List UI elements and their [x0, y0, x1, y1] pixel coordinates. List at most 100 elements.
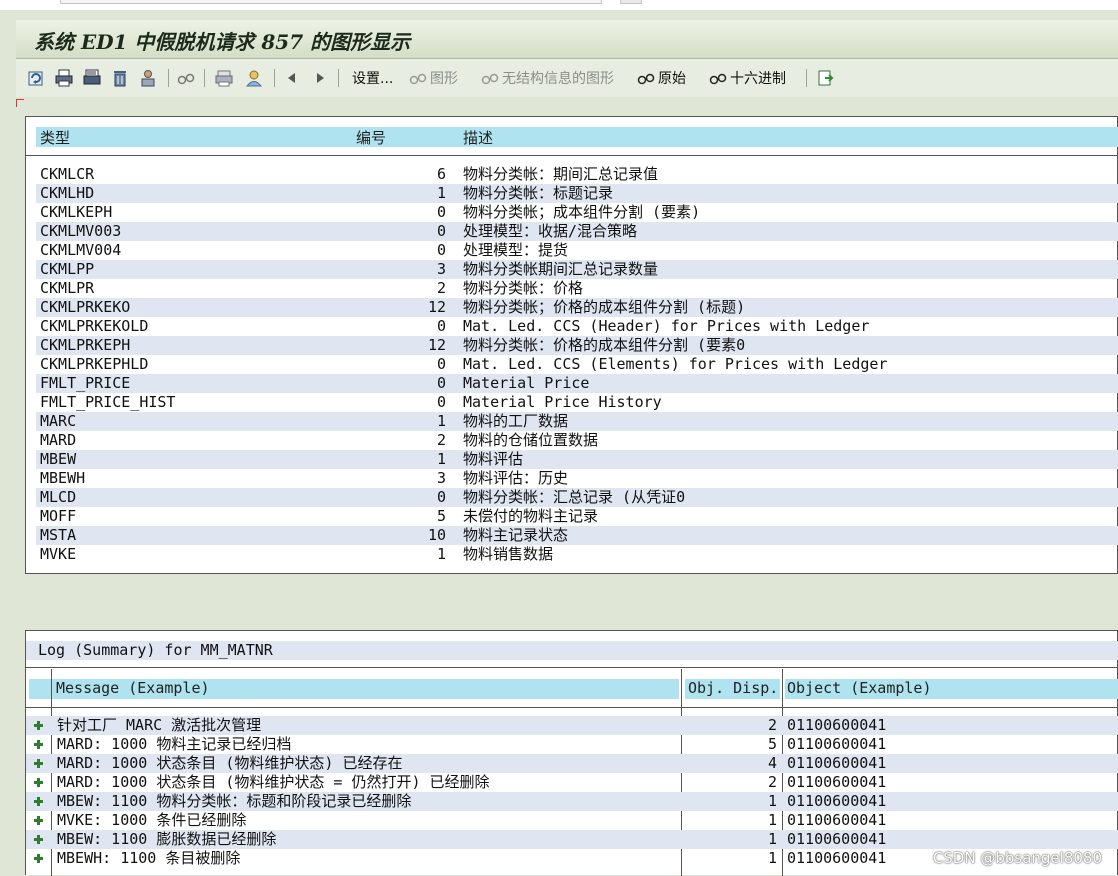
cell-number: 10 — [427, 526, 446, 544]
unstructured-graphic-button[interactable]: 无结构信息的图形 — [480, 67, 614, 89]
cell-obj-disp: 1 — [767, 792, 777, 810]
cell-type: CKMLKEPH — [40, 203, 113, 221]
log-row[interactable]: MARD: 1000 物料主记录已经归档 5 01100600041 — [26, 735, 1118, 754]
cell-number: 6 — [436, 165, 446, 183]
hex-button[interactable]: 十六进制 — [708, 67, 786, 89]
log-row[interactable]: MARD: 1000 状态条目 (物料维护状态) 已经存在 4 0110060004… — [26, 754, 1118, 773]
log-row[interactable]: MARD: 1000 状态条目 (物料维护状态 = 仍然打开) 已经删除 2 011… — [26, 773, 1118, 792]
log-row[interactable]: MBEW: 1100 膨胀数据已经删除 1 01100600041 — [26, 830, 1118, 849]
table-row[interactable]: CKMLPRKEKO 12 物料分类帐；价格的成本组件分割 (标题) — [36, 298, 1118, 317]
raw-button[interactable]: 原始 — [636, 67, 686, 89]
objects-table: 类型 编号 描述 CKMLCR 6 物料分类帐：期间汇总记录值 CKMLHD 1 物料分类… — [25, 116, 1118, 574]
table-row[interactable]: FMLT_PRICE 0 Material Price — [36, 374, 1118, 393]
table-row[interactable]: MOFF 5 未偿付的物料主记录 — [36, 507, 1118, 526]
expand-plus-icon[interactable] — [34, 835, 43, 844]
export-button[interactable] — [816, 67, 836, 89]
col-object-header: Object (Example) — [787, 679, 932, 697]
log-table: Log (Summary) for MM_MATNR Message (Exam… — [25, 630, 1118, 876]
expand-plus-icon[interactable] — [34, 759, 43, 768]
log-row[interactable]: 针对工厂 MARC 激活批次管理 2 01100600041 — [26, 716, 1118, 735]
col-number-header: 编号 — [356, 129, 387, 147]
cell-obj-disp: 2 — [767, 716, 777, 734]
expand-plus-icon[interactable] — [34, 797, 43, 806]
cell-description: 未偿付的物料主记录 — [463, 507, 599, 525]
cell-number: 0 — [436, 222, 446, 240]
table-row[interactable]: CKMLPR 2 物料分类帐：价格 — [36, 279, 1118, 298]
cell-description: 物料评估 — [463, 450, 524, 468]
watermark: CSDN @bbsangel8080 — [932, 849, 1102, 867]
expand-plus-icon[interactable] — [34, 778, 43, 787]
cell-description: 物料的仓储位置数据 — [463, 431, 599, 449]
log-title-row: Log (Summary) for MM_MATNR — [26, 641, 1118, 660]
table-row[interactable]: MARC 1 物料的工厂数据 — [36, 412, 1118, 431]
col-description-header: 描述 — [463, 129, 494, 147]
glasses-button[interactable] — [176, 67, 196, 89]
print-button[interactable] — [54, 67, 74, 89]
table-row[interactable]: CKMLKEPH 0 物料分类帐；成本组件分割 (要素) — [36, 203, 1118, 222]
log-title: Log (Summary) for MM_MATNR — [38, 641, 273, 659]
table-row[interactable]: CKMLPRKEKOLD 0 Mat. Led. CCS (Header) for … — [36, 317, 1118, 336]
log-row[interactable]: MVKE: 1000 条件已经删除 1 01100600041 — [26, 811, 1118, 830]
table-row[interactable]: MLCD 0 物料分类帐：汇总记录 (从凭证0 — [36, 488, 1118, 507]
table-row[interactable]: CKMLMV004 0 处理模型：提货 — [36, 241, 1118, 260]
cell-number: 3 — [436, 260, 446, 278]
cell-description: 处理模型：提货 — [463, 241, 569, 259]
map-button[interactable] — [244, 67, 264, 89]
refresh-button[interactable] — [26, 67, 46, 89]
cell-description: 物料分类帐：标题记录 — [463, 184, 614, 202]
graphic-label: 图形 — [430, 71, 458, 87]
table-row[interactable]: CKMLPRKEPHLD 0 Mat. Led. CCS (Elements) fo… — [36, 355, 1118, 374]
log-table-header: Message (Example) — [29, 679, 679, 699]
table-row[interactable]: MSTA 10 物料主记录状态 — [36, 526, 1118, 545]
cell-object: 01100600041 — [787, 754, 887, 772]
cell-number: 0 — [436, 374, 446, 392]
table-row[interactable]: MARD 2 物料的仓储位置数据 — [36, 431, 1118, 450]
cell-type: CKMLMV003 — [40, 222, 122, 240]
cell-number: 5 — [436, 507, 446, 525]
cell-obj-disp: 2 — [767, 773, 777, 791]
table-row[interactable]: FMLT_PRICE_HIST 0 Material Price History — [36, 393, 1118, 412]
cell-number: 1 — [436, 184, 446, 202]
table-row[interactable]: CKMLPP 3 物料分类帐期间汇总记录数量 — [36, 260, 1118, 279]
cell-number: 0 — [436, 393, 446, 411]
table-row[interactable]: CKMLHD 1 物料分类帐：标题记录 — [36, 184, 1118, 203]
table-row[interactable]: MVKE 1 物料销售数据 — [36, 545, 1118, 564]
cell-object: 01100600041 — [787, 773, 887, 791]
cell-type: CKMLHD — [40, 184, 95, 202]
cell-message: MBEW: 1100 物料分类帐：标题和阶段记录已经删除 — [57, 792, 412, 810]
previous-button[interactable] — [282, 67, 302, 89]
output-request-button[interactable] — [214, 67, 234, 89]
cell-description: 物料分类帐：价格的成本组件分割 (要素0 — [463, 336, 746, 354]
cell-description: 处理模型：收据/混合策略 — [463, 222, 638, 240]
cell-number: 1 — [436, 412, 446, 430]
next-button[interactable] — [310, 67, 330, 89]
settings-button[interactable]: 设置... — [352, 67, 393, 89]
expand-plus-icon[interactable] — [34, 816, 43, 825]
table-row[interactable]: CKMLCR 6 物料分类帐：期间汇总记录值 — [36, 165, 1118, 184]
table-row[interactable]: MBEW 1 物料评估 — [36, 450, 1118, 469]
table-row[interactable]: MBEWH 3 物料评估：历史 — [36, 469, 1118, 488]
objects-table-header: 类型 编号 描述 — [36, 127, 1118, 147]
user-button[interactable] — [138, 67, 158, 89]
title-bar: 系统 ED1 中假脱机请求 857 的图形显示 — [16, 20, 1118, 59]
expand-plus-icon[interactable] — [34, 740, 43, 749]
delete-button[interactable] — [110, 67, 130, 89]
page-title: 系统 ED1 中假脱机请求 857 的图形显示 — [34, 30, 411, 54]
cell-number: 0 — [436, 203, 446, 221]
cell-number: 3 — [436, 469, 446, 487]
cell-message: MARD: 1000 状态条目 (物料维护状态 = 仍然打开) 已经删除 — [57, 773, 490, 791]
toolbar-separator — [168, 69, 169, 87]
expand-plus-icon[interactable] — [34, 854, 43, 863]
cell-description: Mat. Led. CCS (Header) for Prices with L… — [463, 317, 870, 335]
glasses-icon — [637, 73, 655, 85]
expand-plus-icon[interactable] — [34, 721, 43, 730]
table-row[interactable]: CKMLMV003 0 处理模型：收据/混合策略 — [36, 222, 1118, 241]
trash-icon — [114, 71, 126, 87]
print-immediately-button[interactable] — [82, 67, 102, 89]
command-field[interactable] — [60, 0, 602, 4]
log-row[interactable]: MBEW: 1100 物料分类帐：标题和阶段记录已经删除 1 01100600041 — [26, 792, 1118, 811]
header-divider — [26, 155, 1118, 156]
graphic-button[interactable]: 图形 — [408, 67, 458, 89]
command-dropdown[interactable] — [620, 0, 642, 4]
table-row[interactable]: CKMLPRKEPH 12 物料分类帐：价格的成本组件分割 (要素0 — [36, 336, 1118, 355]
